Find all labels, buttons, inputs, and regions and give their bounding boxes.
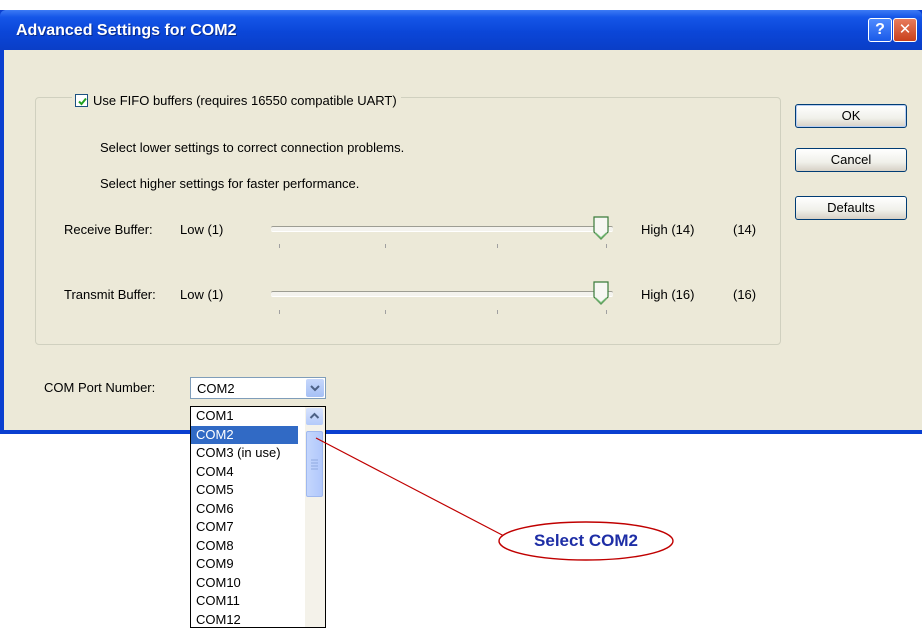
annotation-callout: Select COM2	[497, 520, 675, 562]
annotation-text: Select COM2	[534, 531, 638, 550]
annotation-pointer-line	[315, 437, 507, 538]
